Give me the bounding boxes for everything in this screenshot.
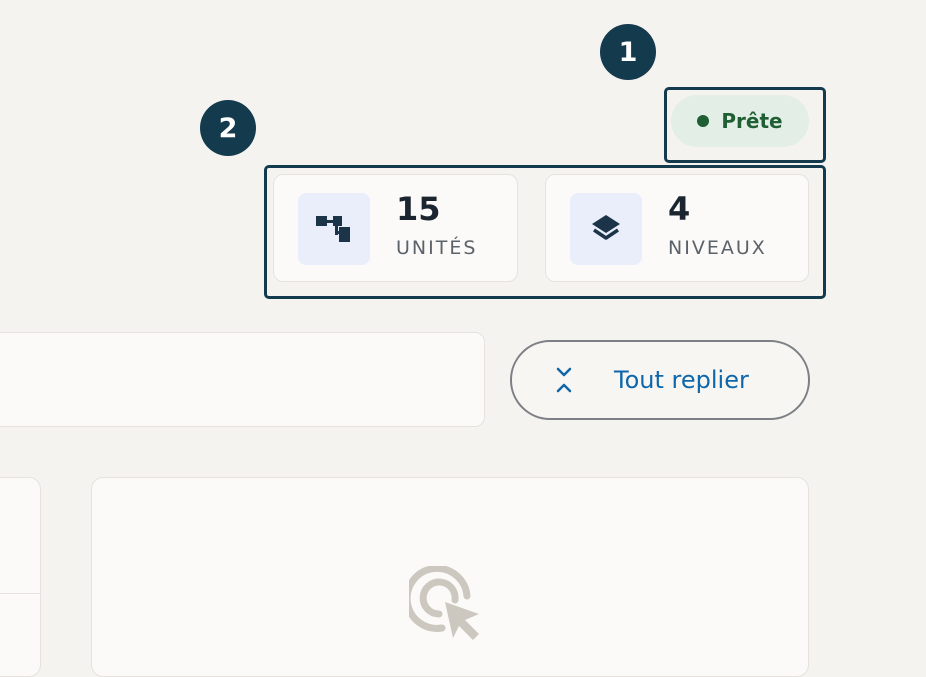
stat-value-levels: 4: [668, 190, 691, 228]
tree-panel: [0, 477, 41, 677]
cursor-click-icon: [409, 566, 479, 640]
stat-label-units: UNITÉS: [396, 237, 478, 259]
stat-value-units: 15: [396, 190, 441, 228]
layers-icon: [570, 193, 642, 265]
search-input[interactable]: [0, 332, 485, 427]
collapse-all-button[interactable]: Tout replier: [510, 340, 810, 420]
stat-label-levels: NIVEAUX: [668, 237, 767, 259]
hierarchy-icon: [298, 193, 370, 265]
callout-badge-2: 2: [200, 100, 256, 156]
status-badge: Prête: [671, 95, 809, 147]
stat-card-levels: 4 NIVEAUX: [545, 174, 809, 282]
stat-card-units: 15 UNITÉS: [273, 174, 518, 282]
collapse-all-label: Tout replier: [614, 366, 749, 394]
callout-badge-1: 1: [600, 24, 656, 80]
collapse-arrows-icon: [552, 365, 576, 395]
tree-panel-divider: [0, 593, 40, 594]
detail-panel: [91, 477, 809, 677]
status-dot-icon: [697, 115, 710, 127]
status-label: Prête: [721, 109, 783, 133]
